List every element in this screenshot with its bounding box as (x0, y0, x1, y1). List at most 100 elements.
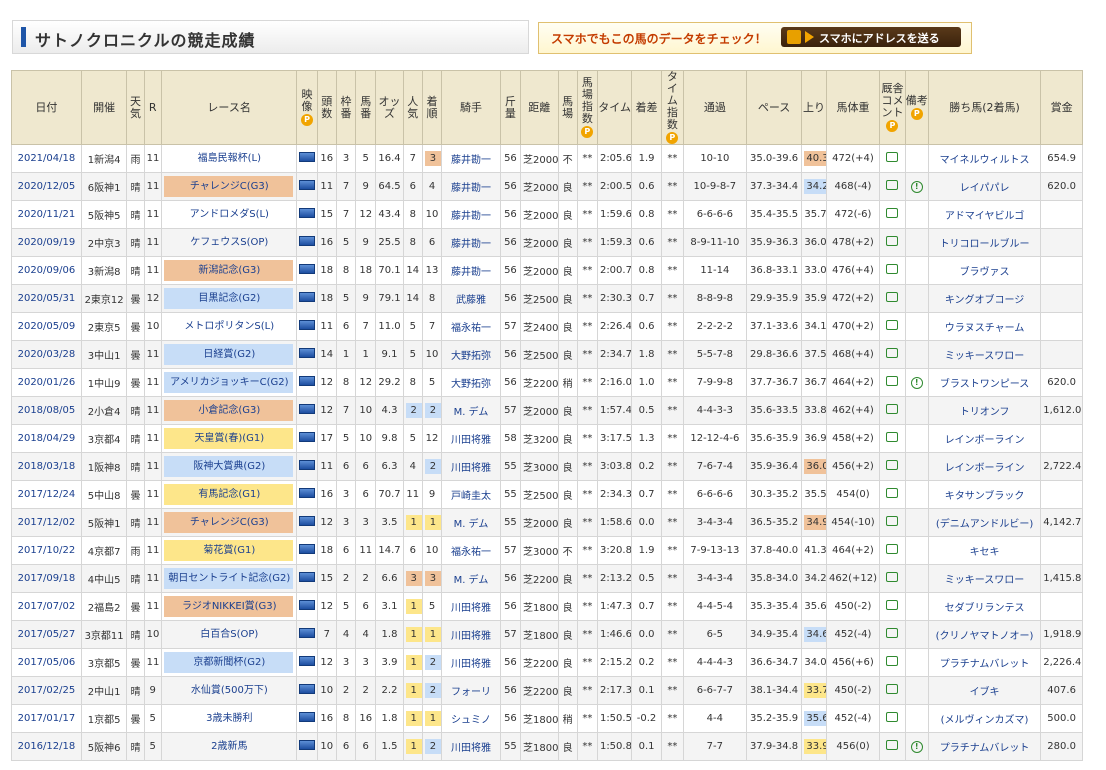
race-date-link[interactable]: 2020/01/26 (11, 368, 82, 397)
jockey-link[interactable]: 川田将雅 (441, 732, 501, 761)
stable-comment-cell[interactable] (879, 592, 906, 621)
video-cell[interactable] (296, 172, 318, 201)
jockey-link-value[interactable]: 福永祐一 (451, 547, 491, 558)
stable-comment-cell[interactable] (879, 256, 906, 285)
comment-icon[interactable] (886, 236, 899, 246)
jockey-link[interactable]: M. デム (441, 508, 501, 537)
winner-link[interactable]: レインボーライン (927, 424, 1042, 453)
note-cell[interactable] (904, 396, 929, 425)
race-date-link[interactable]: 2020/09/19 (11, 228, 82, 257)
jockey-link-value[interactable]: M. デム (454, 407, 489, 418)
video-cell[interactable] (296, 368, 318, 397)
stable-comment-cell[interactable] (879, 228, 906, 257)
winner-link[interactable]: (デニムアンドルビー) (927, 508, 1042, 537)
jockey-link[interactable]: 藤井勘一 (441, 256, 501, 285)
stable-comment-cell[interactable] (879, 368, 906, 397)
video-cell[interactable] (296, 284, 318, 313)
send-address-button[interactable]: スマホにアドレスを送る (781, 27, 961, 47)
video-icon[interactable] (299, 292, 316, 302)
jockey-link[interactable]: 大野拓弥 (441, 340, 501, 369)
race-date-link-value[interactable]: 2017/10/22 (18, 545, 76, 556)
comment-icon[interactable] (886, 264, 899, 274)
race-date-link[interactable]: 2020/05/09 (11, 312, 82, 341)
note-cell[interactable]: ! (904, 172, 929, 201)
winner-link[interactable]: イブキ (927, 676, 1042, 705)
race-date-link-value[interactable]: 2020/03/28 (18, 349, 76, 360)
race-name-link[interactable]: アメリカジョッキーC(G2) (160, 368, 298, 397)
video-icon[interactable] (299, 180, 316, 190)
video-icon[interactable] (299, 544, 316, 554)
video-cell[interactable] (296, 228, 318, 257)
stable-comment-cell[interactable] (879, 508, 906, 537)
winner-link[interactable]: キングオブコージ (927, 284, 1042, 313)
race-name-link[interactable]: 天皇賞(春)(G1) (160, 424, 298, 453)
stable-comment-cell[interactable] (879, 340, 906, 369)
stable-comment-cell[interactable] (879, 284, 906, 313)
video-cell[interactable] (296, 508, 318, 537)
jockey-link-value[interactable]: 川田将雅 (451, 603, 491, 614)
video-cell[interactable] (296, 340, 318, 369)
winner-link-value[interactable]: イブキ (970, 687, 1000, 698)
race-name-link[interactable]: 新潟記念(G3) (160, 256, 298, 285)
video-icon[interactable] (299, 264, 316, 274)
race-date-link-value[interactable]: 2017/07/02 (18, 601, 76, 612)
note-cell[interactable] (904, 452, 929, 481)
winner-link[interactable]: プラチナムバレット (927, 648, 1042, 677)
jockey-link-value[interactable]: 大野拓弥 (451, 379, 491, 390)
race-name[interactable]: ラジオNIKKEI賞(G3) (163, 596, 293, 617)
race-date-link-value[interactable]: 2020/01/26 (18, 377, 76, 388)
stable-comment-cell[interactable] (879, 144, 906, 173)
jockey-link[interactable]: 武藤雅 (441, 284, 501, 313)
race-date-link[interactable]: 2017/12/02 (11, 508, 82, 537)
jockey-link[interactable]: 藤井勘一 (441, 172, 501, 201)
stable-comment-cell[interactable] (879, 536, 906, 565)
jockey-link-value[interactable]: 藤井勘一 (451, 239, 491, 250)
race-date-link[interactable]: 2020/12/05 (11, 172, 82, 201)
jockey-link-value[interactable]: 藤井勘一 (451, 155, 491, 166)
race-name[interactable]: 水仙賞(500万下) (164, 680, 293, 701)
stable-comment-cell[interactable] (879, 172, 906, 201)
note-cell[interactable] (904, 144, 929, 173)
note-cell[interactable] (904, 312, 929, 341)
race-date-link[interactable]: 2017/01/17 (11, 704, 82, 733)
race-name-link[interactable]: メトロポリタンS(L) (160, 312, 298, 341)
comment-icon[interactable] (886, 572, 899, 582)
note-cell[interactable] (904, 228, 929, 257)
comment-icon[interactable] (886, 488, 899, 498)
jockey-link[interactable]: 藤井勘一 (441, 144, 501, 173)
race-date-link[interactable]: 2018/03/18 (11, 452, 82, 481)
note-cell[interactable] (904, 284, 929, 313)
jockey-link-value[interactable]: 藤井勘一 (451, 183, 491, 194)
race-name-link[interactable]: 阪神大賞典(G2) (160, 452, 298, 481)
winner-link[interactable]: レイパパレ (927, 172, 1042, 201)
race-name-link[interactable]: 有馬記念(G1) (160, 480, 298, 509)
jockey-link[interactable]: シュミノ (441, 704, 501, 733)
race-name-link[interactable]: 菊花賞(G1) (160, 536, 298, 565)
note-icon[interactable]: ! (910, 180, 923, 193)
stable-comment-cell[interactable] (879, 424, 906, 453)
winner-link-value[interactable]: マイネルウィルトス (940, 155, 1030, 166)
race-name[interactable]: 京都新聞杯(G2) (163, 652, 293, 673)
video-icon[interactable] (299, 628, 316, 638)
jockey-link[interactable]: M. デム (441, 396, 501, 425)
jockey-link[interactable]: 藤井勘一 (441, 200, 501, 229)
note-cell[interactable] (904, 340, 929, 369)
note-cell[interactable]: ! (904, 368, 929, 397)
comment-icon[interactable] (886, 208, 899, 218)
race-name[interactable]: ケフェウスS(OP) (164, 232, 293, 253)
comment-icon[interactable] (886, 376, 899, 386)
video-cell[interactable] (296, 200, 318, 229)
race-name-link[interactable]: ケフェウスS(OP) (160, 228, 298, 257)
video-icon[interactable] (299, 740, 316, 750)
comment-icon[interactable] (886, 152, 899, 162)
jockey-link-value[interactable]: 武藤雅 (456, 295, 486, 306)
jockey-link-value[interactable]: 川田将雅 (451, 435, 491, 446)
jockey-link-value[interactable]: 川田将雅 (451, 463, 491, 474)
winner-link-value[interactable]: レインボーライン (945, 435, 1025, 446)
video-cell[interactable] (296, 452, 318, 481)
winner-link-value[interactable]: ミッキースワロー (945, 351, 1025, 362)
comment-icon[interactable] (886, 656, 899, 666)
race-name[interactable]: 2歳新馬 (164, 736, 293, 757)
race-date-link[interactable]: 2018/04/29 (11, 424, 82, 453)
race-name[interactable]: 天皇賞(春)(G1) (163, 428, 293, 449)
